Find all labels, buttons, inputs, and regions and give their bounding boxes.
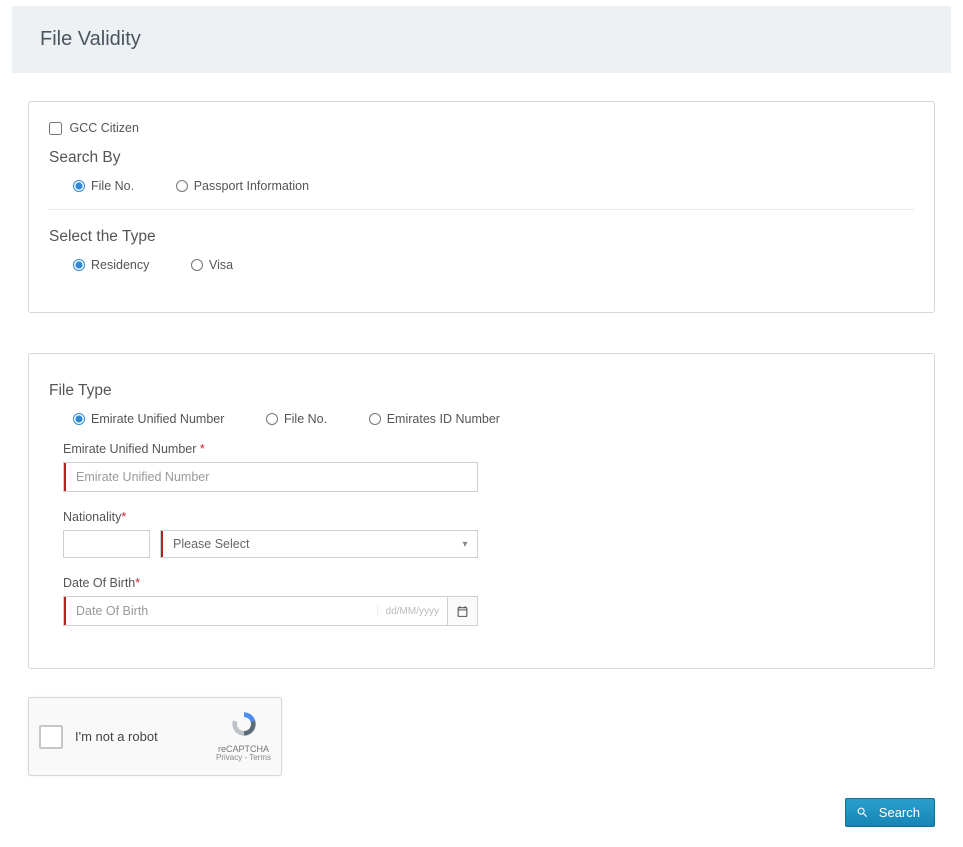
radio-visa[interactable]: Visa [191, 258, 233, 272]
radio-eid-label: Emirates ID Number [387, 412, 500, 426]
gcc-citizen-text: GCC Citizen [69, 121, 138, 135]
search-button[interactable]: Search [845, 798, 935, 827]
file-type-title: File Type [49, 382, 914, 400]
radio-residency-label: Residency [91, 258, 149, 272]
required-asterisk: * [121, 510, 126, 524]
radio-residency[interactable]: Residency [73, 258, 149, 272]
dob-label: Date Of Birth* [63, 576, 914, 590]
radio-file-no[interactable]: File No. [73, 179, 134, 193]
field-nationality: Nationality* Please Select ▾ [63, 510, 914, 558]
field-eun: Emirate Unified Number * [63, 442, 914, 492]
required-asterisk: * [135, 576, 140, 590]
search-by-radios: File No. Passport Information [49, 179, 914, 195]
radio-filetype-file-no[interactable]: File No. [266, 412, 327, 426]
recaptcha-logo: reCAPTCHA Privacy - Terms [216, 710, 271, 763]
recaptcha-label: I'm not a robot [75, 729, 216, 744]
gcc-citizen-checkbox[interactable] [49, 122, 62, 135]
radio-passport[interactable]: Passport Information [176, 179, 309, 193]
search-by-title: Search By [49, 149, 914, 167]
recaptcha-widget[interactable]: I'm not a robot reCAPTCHA Privacy - Term… [28, 697, 282, 776]
radio-file-no-input[interactable] [73, 180, 85, 192]
select-type-radios: Residency Visa [49, 258, 914, 274]
page-title: File Validity [12, 6, 951, 73]
nationality-code-input[interactable] [63, 530, 150, 558]
dob-format-hint: dd/MM/yyyy [377, 606, 447, 617]
radio-visa-label: Visa [209, 258, 233, 272]
nationality-select-value: Please Select [163, 531, 453, 557]
radio-eun[interactable]: Emirate Unified Number [73, 412, 224, 426]
file-type-radios: Emirate Unified Number File No. Emirates… [49, 412, 914, 428]
radio-filetype-file-no-input[interactable] [266, 413, 278, 425]
eun-input[interactable] [66, 463, 477, 491]
nationality-label: Nationality* [63, 510, 914, 524]
dob-input[interactable] [66, 597, 377, 625]
radio-passport-label: Passport Information [194, 179, 309, 193]
gcc-citizen-row: GCC Citizen [49, 120, 914, 135]
nationality-select[interactable]: Please Select ▾ [160, 530, 478, 558]
radio-eun-input[interactable] [73, 413, 85, 425]
radio-eun-label: Emirate Unified Number [91, 412, 224, 426]
recaptcha-links[interactable]: Privacy - Terms [216, 754, 271, 763]
panel-search-criteria: GCC Citizen Search By File No. Passport … [28, 101, 935, 313]
search-button-label: Search [879, 805, 920, 820]
radio-eid[interactable]: Emirates ID Number [369, 412, 500, 426]
nationality-row: Please Select ▾ [63, 530, 914, 558]
radio-passport-input[interactable] [176, 180, 188, 192]
dob-wrap: dd/MM/yyyy [63, 596, 478, 626]
divider [49, 209, 914, 210]
radio-visa-input[interactable] [191, 259, 203, 271]
select-type-title: Select the Type [49, 228, 914, 246]
panel-file-type: File Type Emirate Unified Number File No… [28, 353, 935, 669]
radio-eid-input[interactable] [369, 413, 381, 425]
radio-file-no-label: File No. [91, 179, 134, 193]
recaptcha-icon [216, 710, 271, 744]
eun-label-text: Emirate Unified Number [63, 442, 200, 456]
dob-main: dd/MM/yyyy [63, 596, 448, 626]
gcc-citizen-label[interactable]: GCC Citizen [49, 121, 139, 135]
radio-filetype-file-no-label: File No. [284, 412, 327, 426]
chevron-down-icon: ▾ [453, 531, 477, 557]
eun-label: Emirate Unified Number * [63, 442, 914, 456]
required-asterisk: * [200, 442, 205, 456]
dob-label-text: Date Of Birth [63, 576, 135, 590]
calendar-icon [456, 605, 469, 618]
field-dob: Date Of Birth* dd/MM/yyyy [63, 576, 914, 626]
search-icon [856, 806, 869, 819]
radio-residency-input[interactable] [73, 259, 85, 271]
recaptcha-checkbox[interactable] [39, 725, 63, 749]
calendar-button[interactable] [448, 596, 478, 626]
nationality-label-text: Nationality [63, 510, 121, 524]
eun-input-wrap [63, 462, 478, 492]
action-row: Search [0, 786, 963, 847]
